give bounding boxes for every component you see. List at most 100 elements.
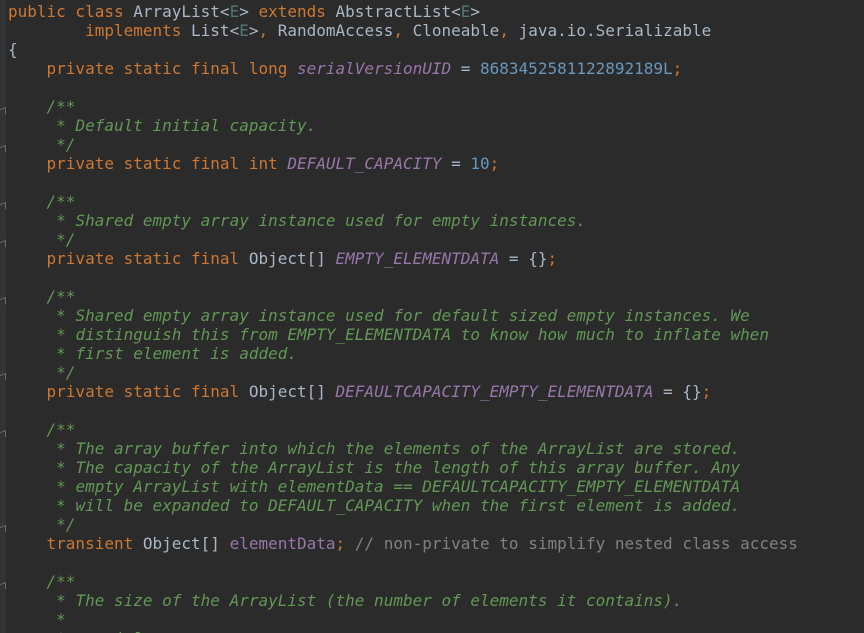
code-token: ArrayList< <box>133 2 230 21</box>
code-line[interactable]: * will be expanded to DEFAULT_CAPACITY w… <box>8 496 798 515</box>
code-token: Object[] <box>248 382 336 401</box>
code-line[interactable]: private static final long serialVersionU… <box>8 59 798 78</box>
code-token: > <box>470 2 481 21</box>
code-token: ; <box>672 59 683 78</box>
code-token: elementData <box>229 534 336 553</box>
code-token: Cloneable <box>412 21 500 40</box>
code-line[interactable]: * distinguish this from EMPTY_ELEMENTDAT… <box>8 325 798 344</box>
code-line[interactable]: * The size of the ArrayList (the number … <box>8 591 798 610</box>
code-line[interactable]: * empty ArrayList with elementData == DE… <box>8 477 798 496</box>
code-token: */ <box>56 230 76 249</box>
code-line[interactable]: private static final Object[] EMPTY_ELEM… <box>8 249 798 268</box>
code-line[interactable]: */ <box>8 515 798 534</box>
code-token: List< <box>191 21 240 40</box>
code-token: private static final long <box>46 59 297 78</box>
code-line[interactable]: */ <box>8 230 798 249</box>
fold-marker-icon[interactable] <box>0 144 6 155</box>
code-line[interactable]: private static final int DEFAULT_CAPACIT… <box>8 154 798 173</box>
code-token: * The array buffer into which the elemen… <box>56 439 741 458</box>
code-editor[interactable]: public class ArrayList<E> extends Abstra… <box>0 0 864 633</box>
code-line[interactable]: /** <box>8 572 798 591</box>
code-line[interactable]: * Shared empty array instance used for d… <box>8 306 798 325</box>
code-token: DEFAULTCAPACITY_EMPTY_ELEMENTDATA <box>335 382 654 401</box>
code-line[interactable]: * <box>8 610 798 629</box>
code-line[interactable]: /** <box>8 287 798 306</box>
code-token: * first element is added. <box>56 344 297 363</box>
code-token: Object[] <box>248 249 336 268</box>
code-token: ; <box>335 534 355 553</box>
code-token: * The size of the ArrayList (the number … <box>56 591 683 610</box>
code-line[interactable] <box>8 78 798 97</box>
fold-marker-icon[interactable] <box>0 581 6 592</box>
code-line[interactable] <box>8 401 798 420</box>
code-line[interactable]: * first element is added. <box>8 344 798 363</box>
code-token: = <box>451 59 481 78</box>
fold-marker-icon[interactable] <box>0 296 6 307</box>
code-token: /** <box>46 192 76 211</box>
code-line[interactable]: * Default initial capacity. <box>8 116 798 135</box>
fold-marker-icon[interactable] <box>0 372 6 383</box>
code-line[interactable]: { <box>8 40 798 59</box>
code-line[interactable]: implements List<E>, RandomAccess, Clonea… <box>8 21 798 40</box>
code-token: private static final <box>46 382 249 401</box>
code-line[interactable]: * Shared empty array instance used for e… <box>8 211 798 230</box>
fold-marker-icon[interactable] <box>0 239 6 250</box>
code-line[interactable]: */ <box>8 363 798 382</box>
code-token: * <box>56 610 66 629</box>
code-token: * will be expanded to DEFAULT_CAPACITY w… <box>56 496 741 515</box>
fold-marker-icon[interactable] <box>0 106 6 117</box>
code-line[interactable]: * The capacity of the ArrayList is the l… <box>8 458 798 477</box>
code-line[interactable] <box>8 553 798 572</box>
code-line[interactable]: transient Object[] elementData; // non-p… <box>8 534 798 553</box>
code-token: RandomAccess <box>277 21 394 40</box>
code-line[interactable]: /** <box>8 192 798 211</box>
source-code[interactable]: public class ArrayList<E> extends Abstra… <box>8 2 798 633</box>
fold-marker-icon[interactable] <box>0 524 6 535</box>
fold-marker-icon[interactable] <box>0 201 6 212</box>
code-token: /** <box>46 420 76 439</box>
code-line[interactable] <box>8 268 798 287</box>
code-line[interactable]: public class ArrayList<E> extends Abstra… <box>8 2 798 21</box>
code-token: public class <box>8 2 134 21</box>
fold-marker-icon[interactable] <box>0 429 6 440</box>
code-line[interactable]: private static final Object[] DEFAULTCAP… <box>8 382 798 401</box>
code-token: */ <box>56 515 76 534</box>
code-line[interactable]: */ <box>8 135 798 154</box>
code-line[interactable]: * The array buffer into which the elemen… <box>8 439 798 458</box>
code-token: extends <box>258 2 336 21</box>
code-token: ; <box>701 382 712 401</box>
code-line[interactable] <box>8 173 798 192</box>
code-token: transient <box>46 534 143 553</box>
code-line[interactable]: /** <box>8 97 798 116</box>
code-token: E <box>460 2 471 21</box>
code-token: serialVersionUID <box>296 59 452 78</box>
code-line[interactable]: * @serial <box>8 629 798 633</box>
code-token: private static final int <box>46 154 288 173</box>
code-token: * Default initial capacity. <box>56 116 317 135</box>
code-token: , <box>258 21 278 40</box>
code-token: * @serial <box>56 629 143 633</box>
code-token: EMPTY_ELEMENTDATA <box>335 249 500 268</box>
code-token: Object[] <box>142 534 230 553</box>
code-line[interactable]: /** <box>8 420 798 439</box>
code-token: private static final <box>46 249 249 268</box>
